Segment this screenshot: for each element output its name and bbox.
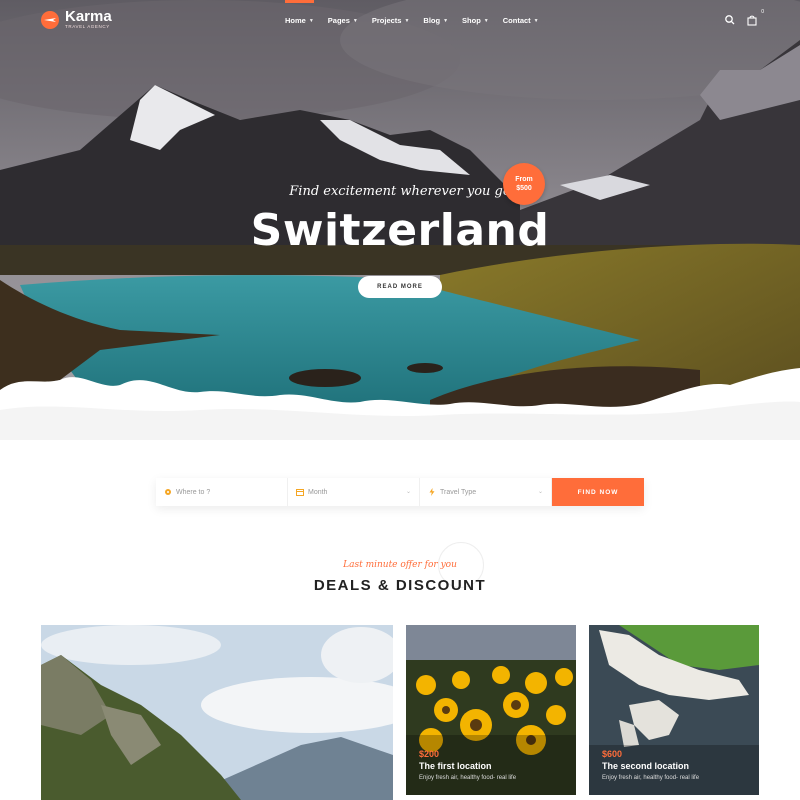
nav-item-shop[interactable]: Shop ▼ xyxy=(462,16,489,25)
mountain-cliff-image xyxy=(41,625,393,800)
location-pin-icon xyxy=(164,488,172,496)
chevron-down-icon: ▼ xyxy=(533,17,539,24)
deal-card-second-location[interactable]: $600 The second location Enjoy fresh air… xyxy=(589,625,759,795)
nav-item-home[interactable]: Home ▼ xyxy=(285,0,314,25)
card-info: $600 The second location Enjoy fresh air… xyxy=(602,749,699,781)
card-price: $200 xyxy=(419,749,440,759)
travel-type-select[interactable]: Travel Type ⌄ xyxy=(420,478,552,506)
brand-logo[interactable]: Karma TRAVEL AGENCY xyxy=(40,9,112,30)
card-price: $600 xyxy=(602,749,623,759)
badge-from-label: From xyxy=(515,176,533,183)
where-to-field[interactable]: Where to ? xyxy=(156,478,288,506)
hero-section: Karma TRAVEL AGENCY Home ▼ Pages ▼ Project… xyxy=(0,0,800,440)
chevron-down-icon: ▼ xyxy=(352,17,358,24)
nav-item-projects[interactable]: Projects ▼ xyxy=(372,16,410,25)
deals-subtitle: Last minute offer for you xyxy=(343,560,457,570)
brand-name: Karma xyxy=(65,8,112,25)
deal-card-featured[interactable] xyxy=(41,625,393,800)
price-badge: From $500 xyxy=(503,163,545,205)
hero-subtitle: Find excitement wherever you go xyxy=(289,184,511,199)
nav-item-blog[interactable]: Blog ▼ xyxy=(423,16,448,25)
card-title: The first location xyxy=(419,761,492,771)
airplane-logo-icon xyxy=(41,10,59,29)
nav-item-pages[interactable]: Pages ▼ xyxy=(328,16,358,25)
month-placeholder: Month xyxy=(308,488,328,496)
card-description: Enjoy fresh air, healthy food- real life xyxy=(602,775,700,781)
card-description: Enjoy fresh air, healthy food- real life xyxy=(419,775,517,781)
travel-type-placeholder: Travel Type xyxy=(440,488,477,496)
badge-price: $500 xyxy=(516,185,532,192)
main-menu: Home ▼ Pages ▼ Projects ▼ Blog ▼ Shop ▼ Conta… xyxy=(285,0,539,25)
chevron-down-icon: ▼ xyxy=(308,17,314,24)
deals-title: DEALS & DISCOUNT xyxy=(313,577,487,594)
trip-search-bar: Where to ? Month ⌄ Travel Type ⌄ FIND NO… xyxy=(156,478,644,506)
deal-card-first-location[interactable]: $200 The first location Enjoy fresh air,… xyxy=(406,625,576,795)
nav-label: Home xyxy=(285,16,306,25)
card-info: $200 The first location Enjoy fresh air,… xyxy=(419,749,516,781)
nav-label: Projects xyxy=(371,16,402,25)
brand-tagline: TRAVEL AGENCY xyxy=(65,24,110,29)
search-icon[interactable] xyxy=(724,13,736,25)
calendar-icon xyxy=(296,488,304,496)
card-title: The second location xyxy=(602,761,690,771)
chevron-down-icon: ▼ xyxy=(404,17,410,24)
month-select[interactable]: Month ⌄ xyxy=(288,478,420,506)
read-more-button[interactable]: READ MORE xyxy=(358,276,442,298)
nav-label: Pages xyxy=(327,16,350,25)
top-navigation: Karma TRAVEL AGENCY Home ▼ Pages ▼ Project… xyxy=(0,0,800,40)
nav-label: Blog xyxy=(423,16,441,25)
chevron-down-icon: ⌄ xyxy=(405,489,411,495)
where-to-placeholder: Where to ? xyxy=(176,488,211,496)
chevron-down-icon: ▼ xyxy=(443,17,449,24)
cart-count-badge: 0 xyxy=(761,9,764,15)
hero-title: Switzerland xyxy=(250,205,550,256)
lightning-icon xyxy=(428,488,436,496)
nav-label: Contact xyxy=(502,16,531,25)
shopping-bag-icon[interactable]: 0 xyxy=(746,9,764,26)
nav-label: Shop xyxy=(462,16,481,25)
chevron-down-icon: ⌄ xyxy=(537,489,543,495)
find-now-button[interactable]: FIND NOW xyxy=(552,478,644,506)
nav-item-contact[interactable]: Contact ▼ xyxy=(503,16,539,25)
chevron-down-icon: ▼ xyxy=(483,17,489,24)
